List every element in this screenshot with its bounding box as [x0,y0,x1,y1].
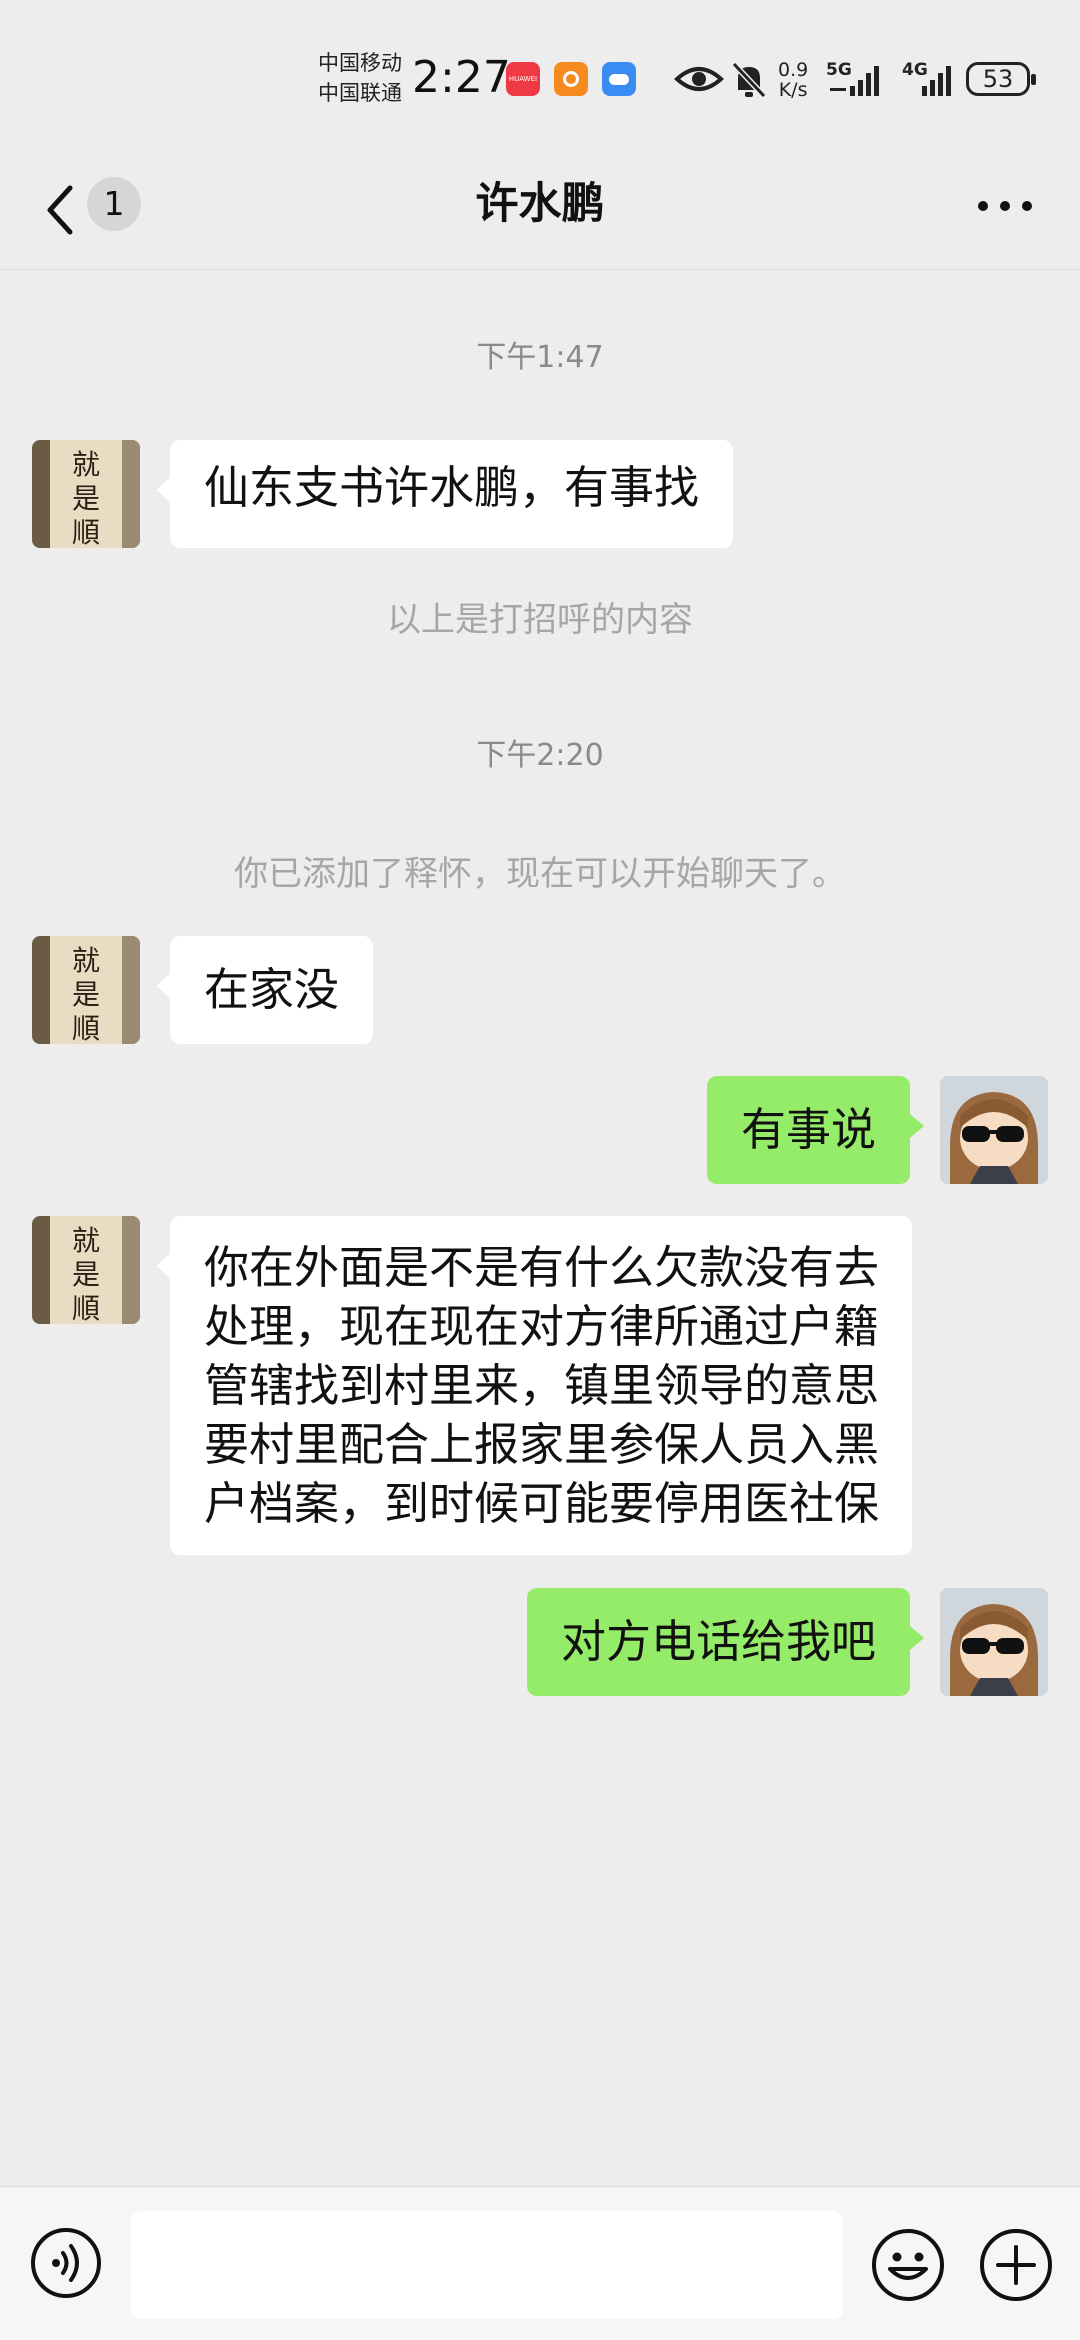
avatar-calligraphy-image: 就 是 順 [32,936,140,1044]
svg-text:順: 順 [72,1012,100,1044]
contact-avatar[interactable]: 就 是 順 [32,936,140,1044]
huawei-store-icon: HUAWEI [506,62,540,96]
svg-text:是: 是 [72,482,100,515]
chat-title: 许水鹏 [475,179,605,229]
chat-input-bar [0,2186,1080,2340]
svg-text:是: 是 [72,1258,100,1291]
system-notice: 你已添加了释怀，现在可以开始聊天了。 [234,854,846,894]
chat-header: 1 许水鹏 [0,150,1080,270]
message-bubble-sent[interactable]: 对方电话给我吧 [526,1588,925,1696]
carrier-1: 中国移动 [318,51,402,75]
eye-icon [674,67,724,91]
carrier-labels: 中国移动 中国联通 [318,48,402,108]
timestamp: 下午1:47 [476,340,604,375]
notification-app-icon [554,62,588,96]
svg-text:是: 是 [72,978,100,1011]
contact-avatar[interactable]: 就 是 順 [32,440,140,548]
avatar-calligraphy-image: 就 是 順 [32,440,140,548]
self-avatar[interactable] [940,1076,1048,1184]
net-speed: 0.9 K/s [778,59,809,101]
avatar-anime-sunglasses-image [940,1588,1048,1696]
emoji-icon[interactable] [870,2227,946,2303]
timestamp: 下午2:20 [476,738,604,773]
battery-indicator: 53 [966,62,1036,96]
svg-text:順: 順 [72,516,100,548]
avatar-calligraphy-image: 就 是 順 [32,1216,140,1324]
carrier-2: 中国联通 [318,81,402,105]
signal-icon [922,66,951,96]
system-notice: 以上是打招呼的内容 [387,600,693,640]
message-bubble-received[interactable]: 在家没 [155,936,374,1044]
signal-icon [830,66,879,96]
svg-text:就: 就 [72,944,100,977]
avatar-anime-sunglasses-image [940,1076,1048,1184]
message-input[interactable] [131,2211,843,2319]
more-icon[interactable] [975,186,1035,226]
cloud-icon [602,62,636,96]
svg-text:就: 就 [72,1224,100,1257]
contact-avatar[interactable]: 就 是 順 [32,1216,140,1324]
svg-text:就: 就 [72,448,100,481]
status-bar: 中国移动 中国联通 2:27 HUAWEI 0.9 K/s 5G 4G 53 [0,0,1080,150]
mute-bell-icon [731,61,767,99]
voice-icon[interactable] [30,2227,102,2299]
status-time: 2:27 [412,52,511,103]
svg-text:順: 順 [72,1292,100,1324]
self-avatar[interactable] [940,1588,1048,1696]
message-bubble-received[interactable]: 仙东支书许水鹏，有事找 [155,440,734,548]
message-bubble-sent[interactable]: 有事说 [706,1076,925,1184]
plus-icon[interactable] [978,2227,1054,2303]
message-bubble-received[interactable]: 你在外面是不是有什么欠款没有去处理，现在现在对方律所通过户籍管辖找到村里来，镇里… [156,1216,912,1555]
